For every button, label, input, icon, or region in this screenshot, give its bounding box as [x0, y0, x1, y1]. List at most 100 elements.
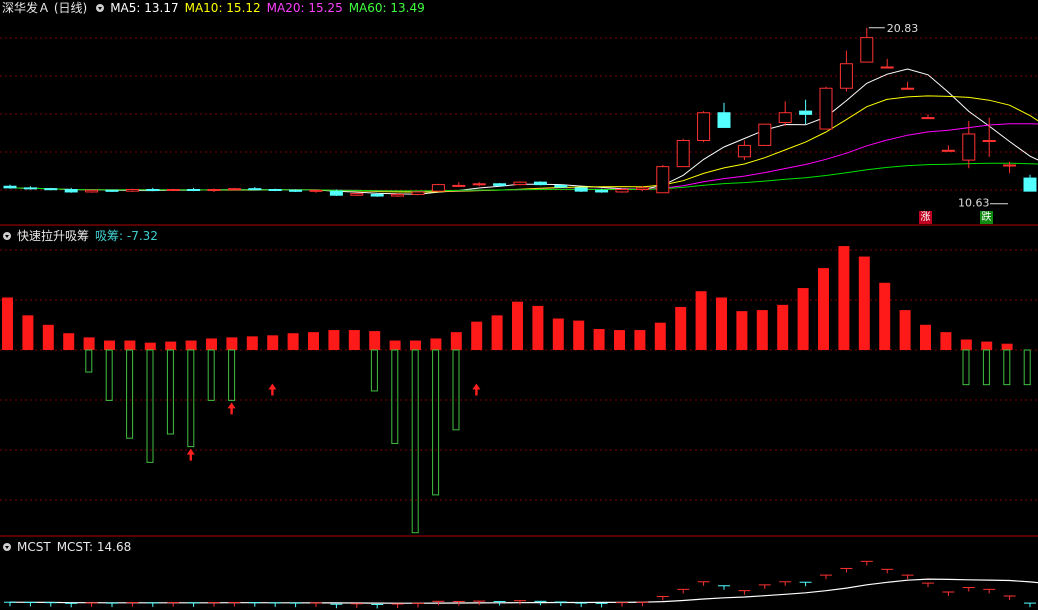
candle-body: [23, 187, 37, 190]
indicator-bar-positive: [308, 332, 319, 350]
indicator-bar-positive: [430, 338, 442, 350]
indicator-bar-positive: [450, 332, 462, 350]
indicator-bar-positive: [63, 333, 75, 350]
indicator-bar-positive: [532, 305, 544, 350]
down-badge: 跌: [980, 211, 993, 224]
candle-body: [941, 149, 955, 152]
indicator-bar-negative: [411, 349, 419, 534]
candle-body: [513, 181, 527, 186]
candle-body: [166, 189, 180, 191]
indicator-bar-positive: [552, 318, 564, 350]
indicator-bar-positive: [369, 331, 381, 350]
indicator-bar-positive: [797, 288, 809, 350]
up-arrow-icon: [227, 402, 236, 415]
up-badge: 涨: [919, 211, 932, 224]
candle-body: [452, 184, 466, 187]
indicator-bar-positive: [858, 256, 870, 350]
up-arrow-icon: [472, 383, 481, 396]
indicator-bar-positive: [410, 340, 421, 350]
candle-body: [860, 37, 874, 63]
candle-body: [819, 87, 833, 130]
indicator-bar-positive: [287, 333, 299, 350]
candle-body: [574, 187, 588, 192]
candle-body: [737, 144, 751, 158]
indicator-bar-positive: [348, 330, 360, 350]
ma10-label: MA10: 15.12: [184, 1, 261, 15]
candle-body: [901, 87, 915, 90]
candle-body: [370, 193, 384, 197]
indicator-bar-positive: [206, 338, 217, 350]
indicator-bar-positive: [124, 340, 136, 350]
indicator-bar-positive: [267, 335, 279, 350]
indicator-bar-positive: [328, 330, 340, 350]
indicator-bar-negative: [187, 349, 195, 448]
candle-body: [1023, 177, 1037, 192]
candle-body: [64, 189, 78, 193]
ma5-line: [9, 68, 1038, 195]
indicator-bar-positive: [491, 315, 503, 350]
price-panel[interactable]: 深华发Ａ (日线) MA5: 13.17 MA10: 15.12 MA20: 15.2…: [0, 0, 1038, 226]
candle-body: [799, 110, 813, 115]
mcst-name: MCST: [17, 540, 51, 554]
candle-body: [309, 189, 323, 192]
candle-body: [1003, 164, 1017, 167]
candle-body: [85, 189, 99, 193]
candle-body: [125, 189, 139, 192]
collapse-icon[interactable]: [3, 232, 11, 240]
indicator-panel[interactable]: 快速拉升吸筹 吸筹: -7.32: [0, 227, 1038, 537]
indicator-bar-negative: [982, 349, 990, 386]
high-label: 20.83: [887, 22, 919, 35]
indicator-bar-negative: [1003, 349, 1011, 386]
candle-body: [615, 189, 629, 193]
collapse-icon[interactable]: [96, 4, 105, 12]
indicator-bar-positive: [471, 321, 483, 350]
candle-body: [411, 191, 425, 195]
candle-body: [697, 112, 711, 141]
indicator-header: 快速拉升吸筹 吸筹: -7.32: [0, 228, 164, 244]
indicator-bar-negative: [207, 349, 215, 401]
candle-body: [839, 63, 853, 89]
indicator-bar-negative: [1023, 349, 1031, 386]
indicator-bar-positive: [593, 329, 605, 350]
low-label: 10.63: [958, 197, 990, 210]
indicator-bar-positive: [573, 320, 585, 350]
indicator-bar-positive: [695, 291, 707, 350]
indicator-bar-positive: [818, 268, 829, 350]
indicator-bar-negative: [228, 349, 236, 401]
indicator-bar-positive: [675, 306, 687, 350]
price-header: 深华发Ａ (日线) MA5: 13.17 MA10: 15.12 MA20: 15.2…: [0, 0, 431, 16]
candle-body: [595, 189, 609, 193]
indicator-bar-negative: [166, 349, 174, 435]
candle-body: [329, 190, 343, 196]
ma10-line: [9, 95, 1038, 193]
indicator-value: 吸筹: -7.32: [95, 229, 158, 243]
indicator-bar-positive: [899, 310, 911, 350]
candle-body: [472, 183, 486, 186]
candle-body: [44, 188, 58, 191]
candle-body: [493, 183, 507, 186]
indicator-bar-negative: [452, 349, 460, 431]
indicator-bar-positive: [226, 337, 238, 350]
indicator-bar-negative: [146, 349, 154, 463]
stock-title: 深华发Ａ (日线): [2, 1, 88, 15]
candle-body: [248, 188, 262, 191]
indicator-bar-negative: [126, 349, 134, 439]
mcst-panel[interactable]: MCST MCST: 14.68: [0, 538, 1038, 610]
indicator-bar-negative: [962, 349, 970, 386]
candle-body: [431, 184, 445, 192]
mcst-chart[interactable]: [0, 538, 1038, 610]
indicator-bar-positive: [42, 324, 54, 350]
indicator-bar-positive: [104, 340, 115, 350]
candle-body: [268, 189, 282, 191]
candle-body: [554, 184, 568, 188]
indicator-bar-chart[interactable]: [0, 227, 1038, 537]
candle-body: [350, 193, 364, 196]
indicator-bar-positive: [960, 339, 972, 350]
indicator-bar-positive: [512, 301, 523, 350]
candlestick-chart[interactable]: 20.83 10.63: [0, 0, 1038, 226]
collapse-icon[interactable]: [3, 543, 11, 551]
candle-body: [778, 112, 792, 124]
indicator-bar-positive: [777, 304, 789, 350]
candle-body: [676, 140, 690, 168]
indicator-bar-positive: [144, 342, 156, 350]
